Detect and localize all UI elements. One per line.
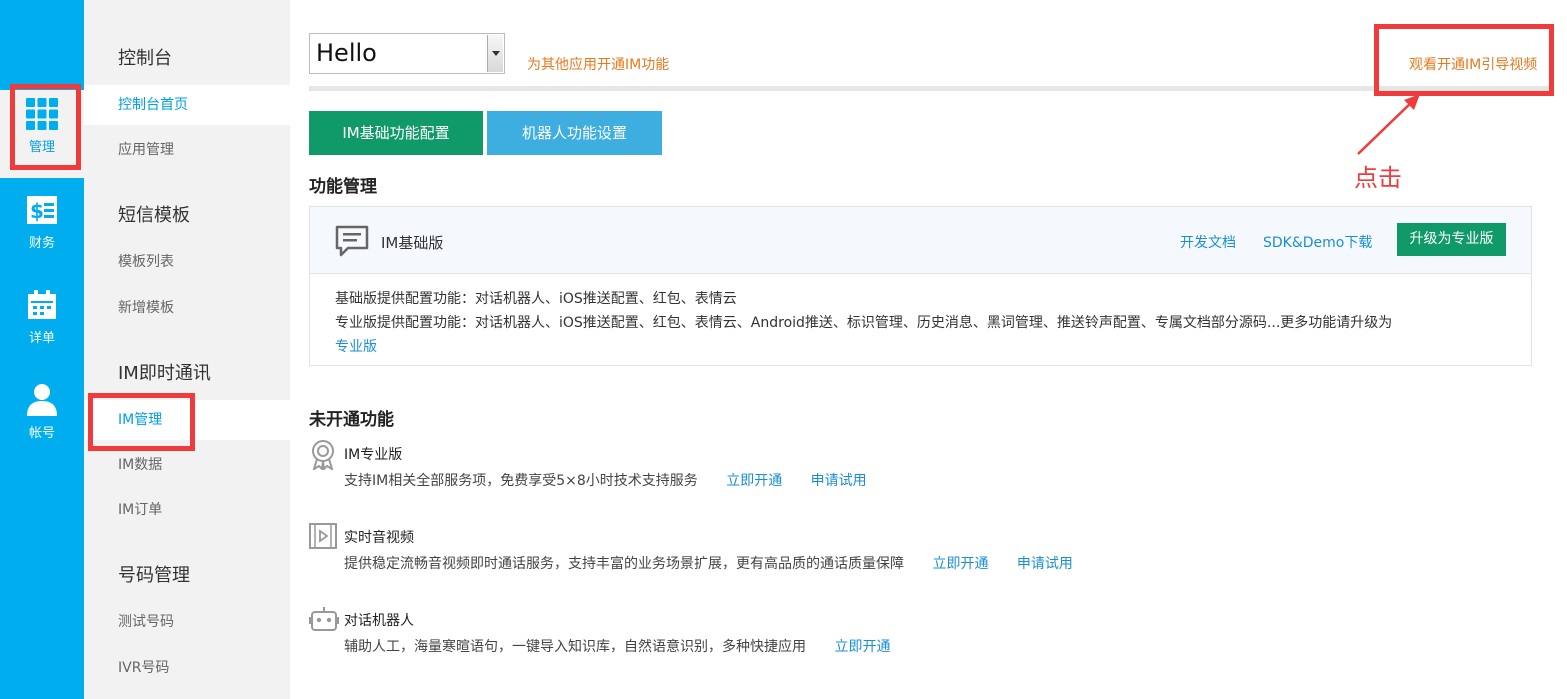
pro-features-text: 专业版提供配置功能：对话机器人、iOS推送配置、红包、表情云、Android推送… [335,315,1393,331]
sidebar-item-console-home[interactable]: 控制台首页 [84,85,290,125]
feature-desc: 提供稳定流畅音视频即时通话服务，支持丰富的业务场景扩展，更有高品质的通话质量保障… [344,553,1073,573]
feature-desc: 支持IM相关全部服务项，免费享受5×8小时技术支持服务 立即开通 申请试用 [344,470,867,490]
sidebar-group-title: 短信模板 [118,205,190,226]
rail-item-label: 帐号 [28,426,55,441]
calendar-icon [28,290,56,319]
secondary-sidebar: 控制台 控制台首页 应用管理 短信模板 模板列表 新增模板 IM即时通讯 IM管… [84,0,290,699]
sidebar-group-title: 号码管理 [118,565,190,586]
annotation-click-text: 点击 [1354,164,1402,192]
svg-text:$: $ [30,199,44,223]
feature-chat-robot: 对话机器人 辅助人工，海量寒暄语句，一键导入知识库，自然语意识别，多种快捷应用 … [309,606,1209,666]
feature-name: IM专业版 [344,447,403,463]
feature-desc-text: 提供稳定流畅音视频即时通话服务，支持丰富的业务场景扩展，更有高品质的通话质量保障 [344,556,904,572]
feature-name: 实时音视频 [344,530,414,546]
feature-desc-text: 辅助人工，海量寒暄语句，一键导入知识库，自然语意识别，多种快捷应用 [344,639,806,655]
tab-im-basic-config[interactable]: IM基础功能配置 [309,111,483,155]
robot-icon [309,607,339,631]
dev-docs-link[interactable]: 开发文档 [1180,232,1236,252]
sidebar-item-app-management[interactable]: 应用管理 [84,130,290,170]
apply-trial-link[interactable]: 申请试用 [811,473,867,489]
sidebar-item-im-orders[interactable]: IM订单 [84,490,290,530]
chevron-down-icon[interactable] [487,35,503,72]
sidebar-group-title: IM即时通讯 [118,363,211,384]
rail-item-label: 详单 [28,331,55,346]
sidebar-item-template-list[interactable]: 模板列表 [84,242,290,282]
rail-item-label: 管理 [28,140,55,155]
pro-version-link[interactable]: 专业版 [335,339,377,355]
feature-desc-text: 支持IM相关全部服务项，免费享受5×8小时技术支持服务 [344,473,698,489]
rail-item-account[interactable]: 帐号 [0,380,84,468]
rail-item-manage[interactable]: 管理 [0,90,84,178]
tab-robot-settings[interactable]: 机器人功能设置 [487,111,662,155]
feature-desc: 辅助人工，海量寒暄语句，一键导入知识库，自然语意识别，多种快捷应用 立即开通 [344,636,890,656]
medal-icon [312,440,334,470]
sidebar-group-title: 控制台 [118,48,172,69]
grid-icon [26,98,58,130]
card-title: IM基础版 [381,234,444,252]
finance-icon: $ [27,196,57,224]
video-icon [309,523,337,549]
sidebar-item-ivr-numbers[interactable]: IVR号码 [84,648,290,688]
rail-item-label: 财务 [28,236,55,251]
feature-management-title: 功能管理 [309,177,377,197]
basic-features-text: 基础版提供配置功能：对话机器人、iOS推送配置、红包、表情云 [335,291,737,307]
sdk-demo-download-link[interactable]: SDK&Demo下载 [1263,232,1372,252]
watch-guide-video-link[interactable]: 观看开通IM引导视频 [1409,54,1537,74]
sidebar-item-im-data[interactable]: IM数据 [84,445,290,485]
sidebar-item-add-template[interactable]: 新增模板 [84,288,290,328]
feature-realtime-av: 实时音视频 提供稳定流畅音视频即时通话服务，支持丰富的业务场景扩展，更有高品质的… [309,523,1209,583]
card-body: 基础版提供配置功能：对话机器人、iOS推送配置、红包、表情云 专业版提供配置功能… [335,287,1392,359]
left-rail: 管理 $ 财务 详单 帐号 [0,0,84,699]
app-select[interactable]: Hello [309,33,505,74]
sidebar-item-test-numbers[interactable]: 测试号码 [84,602,290,642]
annotation-arrow-icon [1357,94,1420,155]
feature-im-pro: IM专业版 支持IM相关全部服务项，免费享受5×8小时技术支持服务 立即开通 申… [309,440,1209,500]
rail-item-finance[interactable]: $ 财务 [0,190,84,278]
feature-name: 对话机器人 [344,613,414,629]
user-icon [27,384,57,416]
card-header: IM基础版 开发文档 SDK&Demo下载 升级为专业版 [310,207,1531,274]
inactive-features-title: 未开通功能 [309,410,394,430]
activate-now-link[interactable]: 立即开通 [834,639,890,655]
app-select-value: Hello [316,39,377,67]
apply-trial-link[interactable]: 申请试用 [1017,556,1073,572]
activate-now-link[interactable]: 立即开通 [726,473,782,489]
upgrade-pro-button[interactable]: 升级为专业版 [1397,223,1506,256]
activate-now-link[interactable]: 立即开通 [932,556,988,572]
sidebar-item-im-management[interactable]: IM管理 [84,400,290,440]
enable-other-apps-link[interactable]: 为其他应用开通IM功能 [527,54,669,74]
im-basic-card: IM基础版 开发文档 SDK&Demo下载 升级为专业版 基础版提供配置功能：对… [309,206,1532,366]
rail-item-details[interactable]: 详单 [0,285,84,373]
chat-icon [335,225,369,257]
